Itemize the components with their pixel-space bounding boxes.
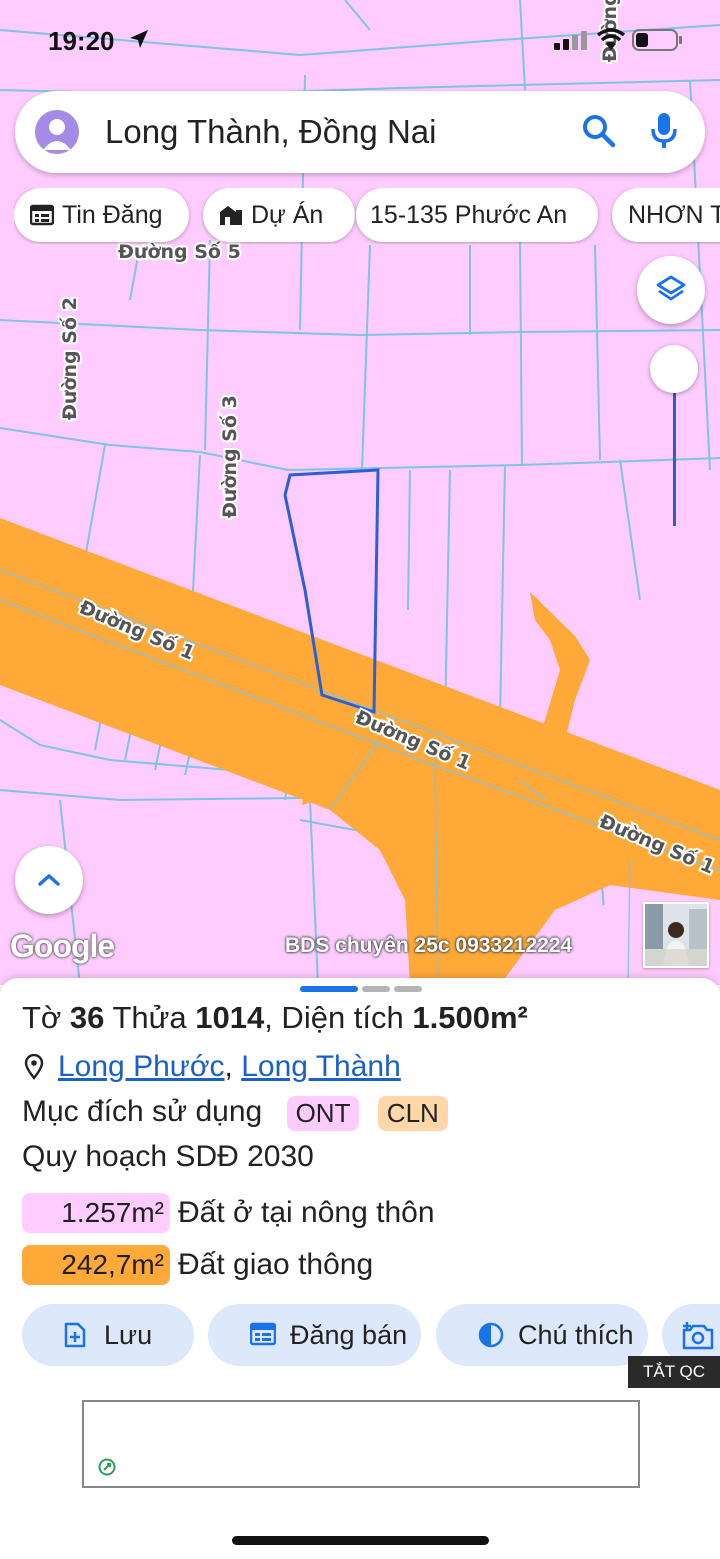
user-icon bbox=[43, 119, 71, 150]
add-photo-icon bbox=[682, 1322, 714, 1357]
home-indicator[interactable] bbox=[232, 1536, 489, 1545]
photo-icon bbox=[645, 904, 707, 966]
location-pin-icon bbox=[24, 1054, 44, 1080]
chip-du-an[interactable]: Dự Án bbox=[203, 188, 355, 242]
road-label-duong-so-3: Đường Số 3 bbox=[218, 395, 241, 518]
land-use-purpose: Mục đích sử dụng ONT CLN bbox=[22, 1095, 448, 1131]
parcel-area: 1.500m² bbox=[412, 1000, 528, 1035]
plan-description: Đất giao thông bbox=[178, 1248, 374, 1281]
contrast-icon bbox=[478, 1322, 504, 1355]
add-file-icon bbox=[64, 1322, 86, 1355]
road-label-duong-so-2: Đường Số 2 bbox=[58, 297, 81, 420]
list-icon bbox=[30, 204, 54, 226]
sheet-label: Tờ bbox=[22, 1000, 62, 1035]
status-bar: 19:20 bbox=[0, 0, 720, 80]
purpose-tag-ont: ONT bbox=[286, 1095, 360, 1131]
chip-label: 15-135 Phước An bbox=[370, 200, 568, 229]
status-time: 19:20 bbox=[48, 26, 115, 56]
building-icon bbox=[219, 204, 243, 226]
sheet-number: 36 bbox=[69, 1000, 105, 1035]
map-watermark: BDS chuyên 25c 0933212224 bbox=[285, 934, 573, 957]
page-indicator-active bbox=[300, 986, 358, 992]
close-ad-button[interactable]: TẮT QC bbox=[628, 1356, 720, 1388]
street-photo-thumbnail[interactable] bbox=[643, 902, 709, 968]
post-sale-button[interactable]: Đăng bán bbox=[208, 1304, 421, 1366]
page-indicator-dot bbox=[362, 986, 390, 992]
action-buttons: Lưu Đăng bán Chú thích bbox=[22, 1304, 720, 1366]
newspaper-icon bbox=[249, 1322, 277, 1353]
search-icon[interactable] bbox=[581, 113, 617, 154]
chip-label: Tin Đăng bbox=[62, 200, 163, 229]
chip-label: Dự Án bbox=[251, 200, 324, 229]
ward-link[interactable]: Long Phước bbox=[58, 1050, 225, 1084]
chip-label: NHƠN T bbox=[628, 200, 720, 229]
ad-banner[interactable] bbox=[82, 1400, 640, 1488]
lot-number: 1014 bbox=[195, 1000, 265, 1035]
search-query[interactable]: Long Thành, Đồng Nai bbox=[105, 113, 436, 151]
avatar[interactable] bbox=[35, 110, 79, 154]
plan-label: Quy hoạch SDĐ 2030 bbox=[22, 1140, 314, 1173]
plan-item: 242,7m² Đất giao thông bbox=[22, 1245, 373, 1285]
wifi-icon bbox=[596, 28, 626, 57]
location-arrow-icon bbox=[128, 28, 150, 55]
opacity-slider-handle[interactable] bbox=[650, 345, 698, 393]
lot-label: Thửa bbox=[112, 1000, 187, 1035]
battery-icon bbox=[632, 29, 684, 56]
google-logo: Google bbox=[10, 928, 115, 964]
opacity-slider-track[interactable] bbox=[673, 392, 676, 526]
cellular-signal-icon bbox=[554, 30, 588, 55]
legend-button[interactable]: Chú thích bbox=[436, 1304, 648, 1366]
chevron-up-icon bbox=[38, 874, 60, 886]
save-button[interactable]: Lưu bbox=[22, 1304, 194, 1366]
expand-up-button[interactable] bbox=[15, 846, 83, 914]
plan-description: Đất ở tại nông thôn bbox=[178, 1196, 435, 1229]
post-sale-label: Đăng bán bbox=[290, 1319, 408, 1350]
search-bar[interactable]: Long Thành, Đồng Nai bbox=[15, 91, 705, 173]
plan-item: 1.257m² Đất ở tại nông thôn bbox=[22, 1193, 435, 1233]
plan-area-badge: 242,7m² bbox=[22, 1245, 170, 1285]
purpose-tag-cln: CLN bbox=[377, 1095, 448, 1131]
legend-label: Chú thích bbox=[518, 1319, 634, 1350]
parcel-location: Long Phước, Long Thành bbox=[22, 1050, 401, 1084]
district-link[interactable]: Long Thành bbox=[241, 1050, 401, 1084]
layers-icon bbox=[656, 275, 686, 301]
chip-tin-dang[interactable]: Tin Đăng bbox=[14, 188, 189, 242]
filter-chips: Tin Đăng Dự Án 15-135 Phước An NHƠN T bbox=[14, 188, 720, 244]
parcel-title: Tờ 36 Thửa 1014, Diện tích 1.500m² bbox=[22, 1000, 528, 1036]
page-indicator-dot bbox=[394, 986, 422, 992]
chip-nhon-trach[interactable]: NHƠN T bbox=[612, 188, 720, 242]
purpose-label: Mục đích sử dụng bbox=[22, 1095, 263, 1128]
chip-phuoc-an[interactable]: 15-135 Phước An bbox=[356, 188, 598, 242]
plan-area-badge: 1.257m² bbox=[22, 1193, 170, 1233]
save-label: Lưu bbox=[104, 1319, 153, 1350]
layers-button[interactable] bbox=[637, 256, 705, 324]
ad-choices-icon[interactable] bbox=[98, 1458, 116, 1481]
microphone-icon[interactable] bbox=[649, 111, 679, 156]
area-label: , Diện tích bbox=[264, 1000, 404, 1035]
